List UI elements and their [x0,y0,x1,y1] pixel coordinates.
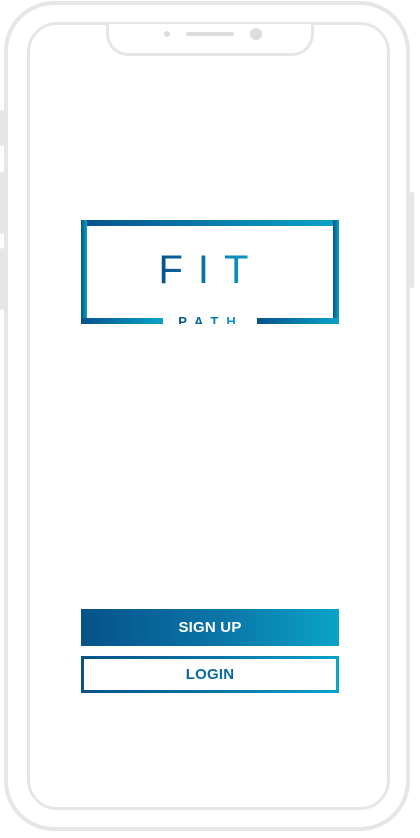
phone-device: FIT PATH SIGN UP LOGIN [0,0,420,838]
proximity-sensor-icon [164,31,170,37]
app-logo: FIT PATH [81,220,339,324]
speaker-grille-icon [186,32,234,36]
sign-up-label: SIGN UP [178,619,242,636]
power-button [410,192,414,288]
login-label: LOGIN [185,666,235,683]
logo-subtitle: PATH [178,314,243,324]
logo-title: FIT [159,248,264,292]
front-camera-icon [250,28,262,40]
login-button[interactable]: LOGIN [81,656,339,693]
notch [106,24,314,56]
sign-up-button[interactable]: SIGN UP [81,609,339,646]
